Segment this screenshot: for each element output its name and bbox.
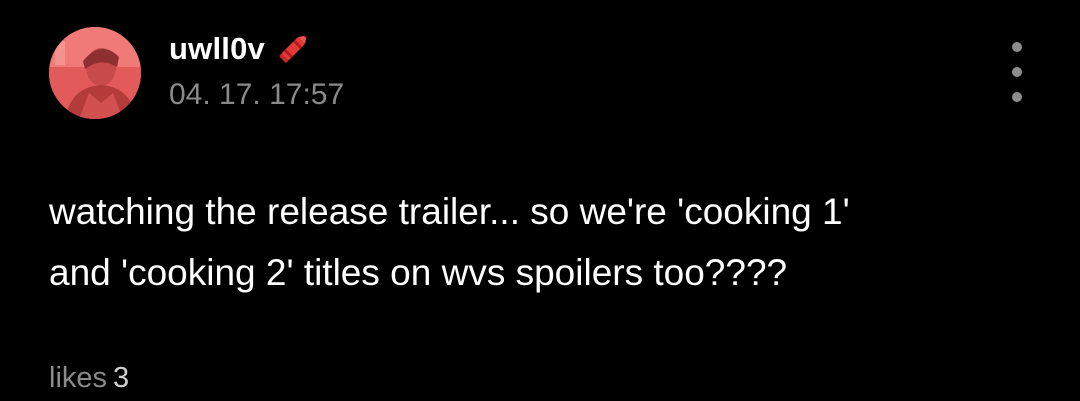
username[interactable]: uwll0v bbox=[169, 31, 265, 67]
post-card: uwll0v 04. 17. 17:57 watching the releas… bbox=[0, 0, 1080, 401]
avatar[interactable] bbox=[49, 27, 141, 119]
post-body-line: and 'cooking 2' titles on wvs spoilers t… bbox=[49, 252, 788, 293]
likes-button[interactable]: likes 3 bbox=[49, 362, 129, 395]
more-vertical-icon bbox=[1012, 42, 1022, 52]
post-timestamp: 04. 17. 17:57 bbox=[169, 78, 345, 111]
crayon-icon bbox=[273, 29, 313, 69]
more-options-button[interactable] bbox=[1000, 42, 1034, 102]
likes-count: 3 bbox=[113, 362, 130, 394]
more-vertical-icon-dot bbox=[1012, 67, 1022, 77]
more-vertical-icon-dot bbox=[1012, 92, 1022, 102]
author-row: uwll0v bbox=[169, 29, 313, 69]
post-body: watching the release trailer... so we're… bbox=[49, 181, 1049, 303]
avatar-image bbox=[49, 27, 141, 119]
post-body-line: watching the release trailer... so we're… bbox=[49, 191, 850, 232]
likes-label: likes bbox=[49, 362, 108, 394]
